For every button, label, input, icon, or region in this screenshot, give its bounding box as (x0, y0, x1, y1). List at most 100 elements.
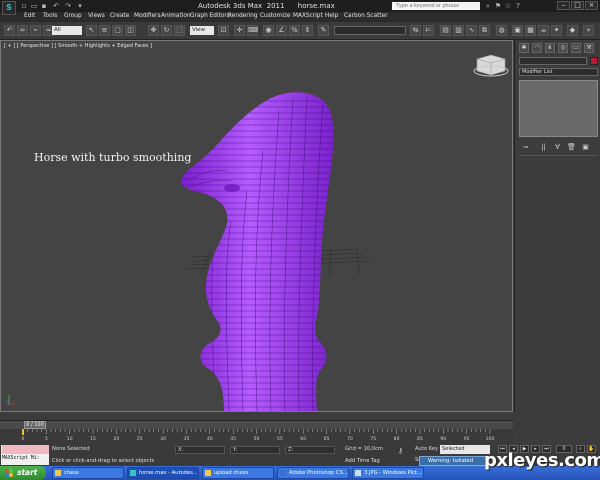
search-icon[interactable]: ⌕ (484, 2, 492, 10)
redo-icon[interactable]: ↷ (64, 2, 72, 10)
hierarchy-tab-icon[interactable]: ⋔ (545, 43, 555, 53)
menu-create[interactable]: Create (110, 13, 129, 19)
make-unique-icon[interactable]: ∀ (553, 143, 562, 151)
select-and-manipulate-icon[interactable]: ✛ (234, 25, 245, 36)
object-color-swatch[interactable] (590, 57, 598, 65)
edit-named-selection-icon[interactable]: ✎ (318, 25, 329, 36)
taskbar-item-3dsmax[interactable]: horse.max - Autodes... (127, 467, 199, 479)
ruler-ticks: 0 5 10 15 20 25 30 35 40 45 50 55 60 65 70 75 80 85 90 95 10… (22, 429, 494, 442)
select-by-name-icon[interactable]: ≡ (99, 25, 110, 36)
horse-chess-model[interactable] (176, 92, 341, 411)
spinner-snap-icon[interactable]: ⇕ (302, 25, 313, 36)
object-name-field[interactable] (519, 57, 587, 65)
close-button[interactable]: × (585, 1, 598, 10)
maxscript-input[interactable] (2, 445, 49, 454)
percent-snap-icon[interactable]: % (289, 25, 300, 36)
menu-animation[interactable]: Animation (161, 13, 191, 19)
communication-center-icon[interactable]: ☆ (504, 2, 512, 10)
render-production-icon[interactable]: ☕ (538, 25, 549, 36)
help-icon[interactable]: ? (514, 2, 522, 10)
angle-snap-icon[interactable]: ∠ (276, 25, 287, 36)
viewport-label[interactable]: [ + ] [ Perspective ] [ Smooth + Highlig… (4, 43, 152, 49)
reference-coordinate-dropdown[interactable]: View (190, 26, 214, 35)
select-and-rotate-icon[interactable]: ↻ (161, 25, 172, 36)
render-activeshade-icon[interactable]: ◆ (567, 25, 578, 36)
render-setup-icon[interactable]: ▣ (512, 25, 523, 36)
keyboard-shortcut-icon[interactable]: ⌨ (247, 25, 258, 36)
layer-manager-icon[interactable]: ▤ (440, 25, 451, 36)
track-bar[interactable]: 0 5 10 15 20 25 30 35 40 45 50 55 60 65 70 75 80 85 90 95 10… (0, 429, 513, 444)
render-iterative-icon[interactable]: ✦ (551, 25, 562, 36)
minimize-button[interactable]: – (557, 1, 570, 10)
menu-modifiers[interactable]: Modifiers (134, 13, 160, 19)
y-coordinate-field[interactable]: Y: (230, 446, 280, 454)
utilities-tab-icon[interactable]: ⚒ (584, 43, 594, 53)
select-object-icon[interactable]: ↖ (86, 25, 97, 36)
time-slider[interactable]: 0 / 100 (0, 420, 513, 429)
menu-group[interactable]: Group (64, 13, 82, 19)
link-icon[interactable]: ∞ (17, 25, 28, 36)
curve-editor-icon[interactable]: ∿ (466, 25, 477, 36)
selection-filter-dropdown[interactable]: All (52, 26, 82, 35)
save-file-icon[interactable]: ▪ (40, 2, 48, 10)
rendered-frame-window-icon[interactable]: ▦ (525, 25, 536, 36)
z-coordinate-field[interactable]: Z: (285, 446, 335, 454)
open-file-icon[interactable]: ▭ (30, 2, 38, 10)
add-time-tag-button[interactable]: Add Time Tag (345, 458, 380, 464)
snaps-toggle-icon[interactable]: ◉ (263, 25, 274, 36)
display-tab-icon[interactable]: ▭ (571, 43, 581, 53)
taskbar-item-chess[interactable]: chess (52, 467, 124, 479)
viewcube-icon[interactable] (473, 54, 509, 77)
undo-tool-icon[interactable]: ↶ (4, 25, 15, 36)
select-and-scale-icon[interactable]: ⬚ (174, 25, 185, 36)
undo-icon[interactable]: ↶ (52, 2, 60, 10)
create-tab-icon[interactable]: ✱ (519, 43, 529, 53)
maximize-button[interactable]: □ (571, 1, 584, 10)
menu-maxscript[interactable]: MAXScript (293, 13, 323, 19)
auto-key-button[interactable]: Auto Key (415, 446, 438, 452)
subscription-icon[interactable]: ⚑ (494, 2, 502, 10)
toolbar-overflow-icon[interactable]: » (583, 25, 594, 36)
select-and-move-icon[interactable]: ✥ (148, 25, 159, 36)
app-logo-icon[interactable]: S (2, 1, 16, 15)
taskbar-item-photoshop[interactable]: Adobe Photoshop CS... (277, 467, 349, 479)
maxscript-listener[interactable]: MAXScript Mi: (1, 445, 49, 465)
modify-tab-icon[interactable]: ◠ (532, 43, 542, 53)
selection-region-icon[interactable]: ▢ (112, 25, 123, 36)
configure-modifier-sets-icon[interactable]: ▣ (581, 143, 590, 151)
menu-carbon-scatter[interactable]: Carbon Scatter (344, 13, 388, 19)
pivot-point-icon[interactable]: ⊡ (218, 25, 229, 36)
menu-views[interactable]: Views (88, 13, 105, 19)
new-file-icon[interactable]: ▫ (20, 2, 28, 10)
modifier-stack[interactable] (519, 80, 598, 137)
menu-edit[interactable]: Edit (24, 13, 35, 19)
ruler-tick-label: 25 (137, 436, 143, 442)
pin-stack-icon[interactable]: ⊸ (521, 143, 530, 151)
mirror-icon[interactable]: ⇆ (410, 25, 421, 36)
schematic-view-icon[interactable]: ⧉ (479, 25, 490, 36)
menu-rendering[interactable]: Rendering (228, 13, 258, 19)
named-selection-sets-dropdown[interactable] (334, 26, 406, 35)
window-crossing-icon[interactable]: ◫ (125, 25, 136, 36)
menu-customize[interactable]: Customize (260, 13, 290, 19)
menu-help[interactable]: Help (325, 13, 338, 19)
key-icon[interactable]: ⚷ (398, 447, 403, 455)
show-end-result-icon[interactable]: || (539, 143, 548, 151)
unlink-icon[interactable]: ⌁ (30, 25, 41, 36)
taskbar-item-upload-chess[interactable]: upload chess (202, 467, 274, 479)
taskbar-item-picture-viewer[interactable]: 3.JPG - Windows Pict... (352, 467, 424, 479)
menu-graph-editors[interactable]: Graph Editors (190, 13, 230, 19)
menu-tools[interactable]: Tools (43, 13, 57, 19)
modifier-list-dropdown[interactable]: Modifier List (519, 68, 598, 76)
graphite-ribbon-icon[interactable]: ▥ (453, 25, 464, 36)
x-coordinate-field[interactable]: X: (175, 446, 225, 454)
material-editor-icon[interactable]: ◍ (496, 25, 507, 36)
perspective-viewport[interactable]: [ + ] [ Perspective ] [ Smooth + Highlig… (0, 40, 513, 412)
motion-tab-icon[interactable]: ◎ (558, 43, 568, 53)
search-input[interactable] (392, 2, 480, 10)
time-slider-thumb[interactable]: 0 / 100 (24, 421, 46, 429)
remove-modifier-icon[interactable]: 🗑 (567, 143, 576, 151)
start-button[interactable]: start (0, 466, 46, 480)
align-icon[interactable]: ⊨ (423, 25, 434, 36)
hold-icon[interactable]: ▾ (76, 2, 84, 10)
